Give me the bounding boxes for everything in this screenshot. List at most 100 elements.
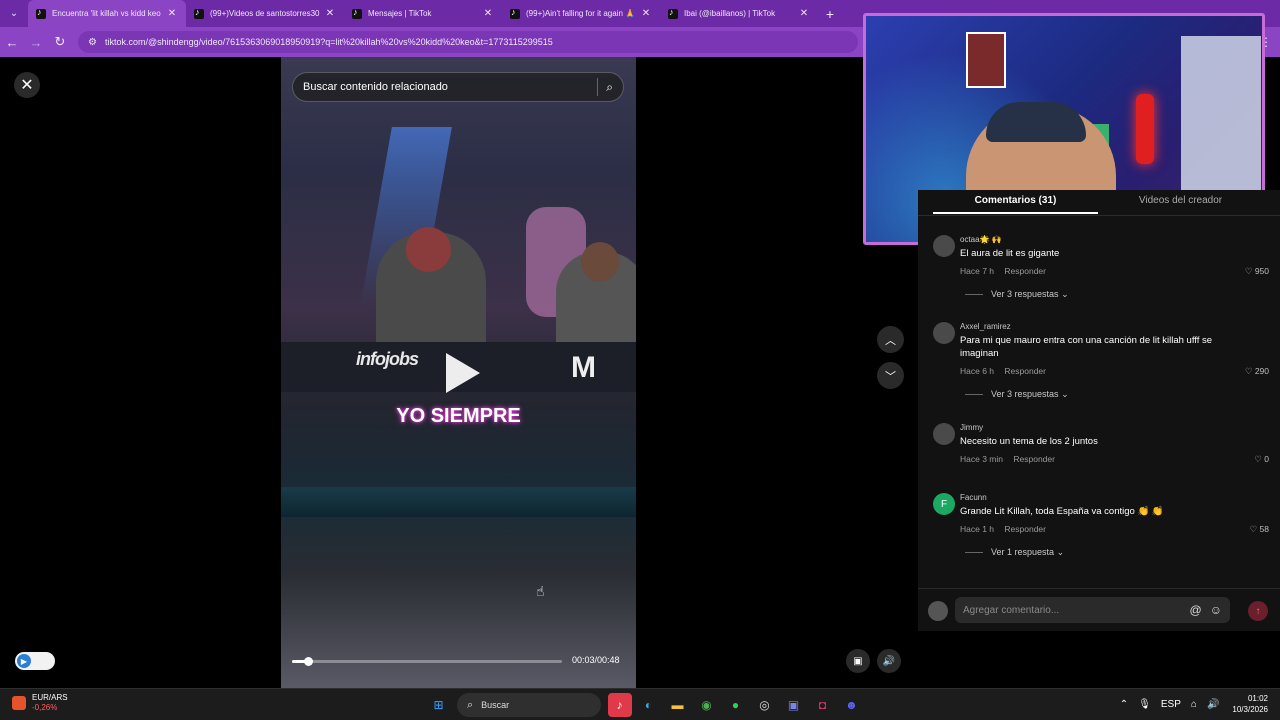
add-comment-bar: Agregar comentario... @ ☺ ↑ [918,588,1280,631]
taskbar-search[interactable]: ⌕ Buscar [457,693,601,717]
tab-close-icon[interactable]: ✕ [640,8,652,19]
like-count[interactable]: ♡ 58 [1250,524,1269,535]
mouse-cursor-icon: ☝ [536,583,545,599]
mcdonalds-logo: M [571,351,596,384]
comment-placeholder: Agregar comentario... [963,604,1060,616]
instagram-icon[interactable]: ◘ [811,693,835,717]
comment-username[interactable]: Facunn [960,493,987,502]
edge-icon[interactable]: ◐ [637,693,661,717]
browser-tab[interactable]: Mensajes | TikTok ✕ [344,0,502,27]
comment-username[interactable]: Axxel_ramirez [960,322,1011,331]
file-explorer-icon[interactable]: ▬ [666,693,690,717]
tab-creator-videos[interactable]: Videos del creador [1098,190,1263,214]
comment-text: Para mi que mauro entra con una canción … [960,335,1213,359]
floating-player-icon[interactable]: ▣ [846,649,870,673]
close-icon[interactable]: ✕ [14,72,40,98]
browser-tab[interactable]: (99+)Ain't falling for it again 🙏 ✕ [502,0,660,27]
extension-toggle[interactable]: ▶ [15,652,55,670]
microphone-icon[interactable]: 🎙 [1138,699,1151,710]
related-search-input[interactable]: Buscar contenido relacionado ⌕ [292,72,624,102]
avatar[interactable]: F [933,493,955,515]
tab-search-icon[interactable]: ⌄ [0,0,28,27]
clock-date: 10/3/2026 [1232,705,1268,714]
view-replies-button[interactable]: Ver 1 respuesta ⌄ [965,547,1064,558]
tab-close-icon[interactable]: ✕ [324,8,336,19]
previous-video-button[interactable]: ︿ [877,326,904,353]
market-widget[interactable]: EUR/ARS -0,26% [12,693,68,713]
reply-button[interactable]: Responder [1013,454,1055,464]
chevron-down-icon: ⌄ [1061,289,1069,299]
heart-icon: ♡ [1254,454,1262,464]
reload-icon[interactable]: ↻ [48,34,72,50]
comment-input[interactable]: Agregar comentario... @ ☺ [955,597,1230,623]
browser-tab[interactable]: (99+)Videos de santostorres30 ✕ [186,0,344,27]
send-arrow-icon[interactable]: ↑ [1248,601,1268,621]
site-info-icon[interactable]: ⚙ [88,37,97,48]
comment-item: Axxel_ramirez Para mi que mauro entra co… [933,322,1273,412]
reply-button[interactable]: Responder [1004,266,1046,276]
taskbar-search-label: Buscar [481,700,510,710]
avatar[interactable] [933,235,955,257]
discord-icon[interactable]: ☻ [840,693,864,717]
comment-meta: Hace 7 h Responder [960,266,1054,276]
video-progress-bar[interactable] [292,657,562,666]
back-arrow-icon[interactable]: ← [0,35,24,50]
comment-item: F Facunn Grande Lit Killah, toda España … [933,493,1273,573]
tab-close-icon[interactable]: ✕ [482,8,494,19]
view-replies-button[interactable]: Ver 3 respuestas ⌄ [965,389,1069,400]
next-video-button[interactable]: ﹀ [877,362,904,389]
chevron-down-icon: ⌄ [1056,547,1065,557]
url-text: tiktok.com/@shindengg/video/761536306901… [104,37,553,47]
clock[interactable]: 01:02 10/3/2026 [1232,693,1268,715]
search-icon[interactable]: ⌕ [606,80,613,95]
windows-start-icon[interactable]: ⊞ [427,693,451,717]
reply-button[interactable]: Responder [1004,524,1046,534]
tab-close-icon[interactable]: ✕ [166,8,178,19]
avatar[interactable] [933,423,955,445]
tab-title: Mensajes | TikTok [368,9,432,18]
address-bar[interactable]: ⚙ tiktok.com/@shindengg/video/7615363069… [78,31,858,53]
reply-button[interactable]: Responder [1004,366,1046,376]
avatar[interactable] [933,322,955,344]
browser-tab[interactable]: Ibai (@ibaillanos) | TikTok ✕ [660,0,818,27]
search-placeholder: Buscar contenido relacionado [303,81,448,93]
network-icon[interactable]: ⌂ [1191,699,1197,710]
comment-time: Hace 3 min [960,454,1003,464]
forward-arrow-icon[interactable]: → [24,35,48,50]
steam-icon[interactable]: ◎ [753,693,777,717]
avatar [928,601,948,621]
tiktok-app-icon[interactable]: ♪ [607,693,632,717]
teams-icon[interactable]: ▣ [782,693,806,717]
comment-text: Grande Lit Killah, toda España va contig… [960,506,1164,517]
ticker-change: -0,26% [32,703,58,712]
view-replies-button[interactable]: Ver 3 respuestas ⌄ [965,289,1069,300]
volume-icon[interactable]: 🔊 [1207,699,1219,710]
panel-tabs: Comentarios (31) Videos del creador [933,190,1263,214]
clock-time: 01:02 [1247,694,1268,703]
play-icon[interactable] [446,353,480,393]
desk-sponsor-logo: infojobs [356,349,419,369]
browser-tab[interactable]: Encuentra 'lit killah vs kidd keo ✕ [28,0,186,27]
comment-username[interactable]: Jimmy [960,423,983,432]
volume-icon[interactable]: 🔊 [877,649,901,673]
like-count[interactable]: ♡ 950 [1245,266,1269,277]
tiktok-icon [36,7,46,19]
new-tab-button[interactable]: + [818,6,842,22]
system-tray: ⌃ 🎙 ESP ⌂ 🔊 01:02 10/3/2026 [1115,693,1268,715]
chrome-icon[interactable]: ◉ [695,693,719,717]
tab-title: Ibai (@ibaillanos) | TikTok [684,9,776,18]
comment-username[interactable]: octaa🌟 🙌 [960,235,1002,244]
like-count[interactable]: ♡ 290 [1245,366,1269,377]
tab-title: (99+)Videos de santostorres30 [210,9,320,18]
like-count[interactable]: ♡ 0 [1254,454,1269,465]
mention-icon[interactable]: @ [1190,603,1202,617]
spotify-icon[interactable]: ● [724,693,748,717]
tiktok-icon [510,7,520,19]
emoji-icon[interactable]: ☺ [1210,603,1222,617]
tab-close-icon[interactable]: ✕ [798,8,810,19]
heart-icon: ♡ [1249,524,1258,534]
chevron-up-icon[interactable]: ⌃ [1120,699,1128,710]
language-indicator[interactable]: ESP [1161,699,1181,710]
comment-item: Jimmy Necesito un tema de los 2 juntos H… [933,423,1273,473]
tab-comments[interactable]: Comentarios (31) [933,190,1098,214]
